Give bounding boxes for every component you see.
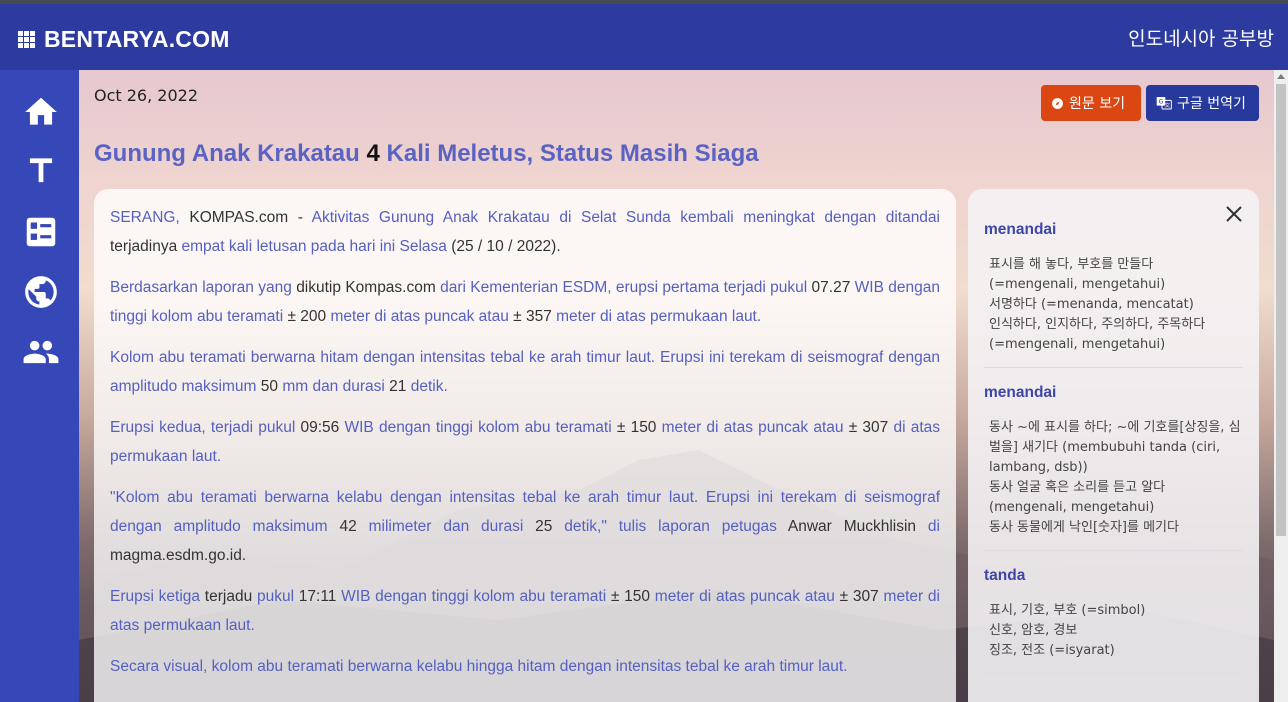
article-paragraph: Secara visual, kolom abu teramati berwar… xyxy=(110,652,940,681)
article-text-segment[interactable]: Aktivitas Gunung Anak Krakatau di Selat … xyxy=(312,209,940,226)
article-text-segment[interactable]: WIB dengan tinggi kolom abu teramati xyxy=(344,419,616,436)
apps-grid-icon[interactable] xyxy=(18,31,35,48)
article-text-segment: 25 xyxy=(535,518,565,535)
google-translate-label: 구글 번역기 xyxy=(1177,96,1246,112)
home-icon[interactable] xyxy=(22,93,60,131)
main-content: Oct 26, 2022 원문 보기 G文 구글 번역기 Gunung Anak… xyxy=(79,70,1274,702)
article-text-segment[interactable]: empat kali letusan pada hari ini Selasa xyxy=(182,238,452,255)
article-text-segment: 09:56 xyxy=(300,419,345,436)
article-text-segment[interactable]: detik," tulis laporan petugas xyxy=(564,518,788,535)
article-text-segment: 42 xyxy=(339,518,369,535)
article-text-segment[interactable]: mm dan durasi xyxy=(282,378,389,395)
entry-definition: 표시를 해 놓다, 부호를 만들다 (=mengenali, mengetahu… xyxy=(989,257,1166,292)
article-body: SERANG, KOMPAS.com - Aktivitas Gunung An… xyxy=(94,189,956,702)
article-text-segment[interactable]: meter di atas permukaan laut. xyxy=(556,308,761,325)
title-part-b: Kali Meletus, Status Masih Siaga xyxy=(379,140,759,167)
dictionary-panel: menandai 표시를 해 놓다, 부호를 만들다 (=mengenali, … xyxy=(968,189,1259,702)
article-text-segment[interactable]: meter di atas puncak atau xyxy=(662,419,849,436)
page-scrollbar[interactable] xyxy=(1274,70,1288,702)
article-text-segment: ± 357 xyxy=(513,308,557,325)
entry-definition: 동사 동물에게 낙인[숫자]를 메기다 xyxy=(989,520,1179,535)
dictionary-entry: tanda 표시, 기호, 부호 (=simbol) 신호, 암호, 경보 징조… xyxy=(984,567,1243,674)
translate-icon: G文 xyxy=(1156,97,1172,110)
globe-icon[interactable] xyxy=(22,273,60,311)
article-paragraph: Berdasarkan laporan yang dikutip Kompas.… xyxy=(110,273,940,331)
article-text-segment: 50 xyxy=(260,378,283,395)
title-number: 4 xyxy=(366,140,380,167)
scroll-up-arrow-icon[interactable] xyxy=(1277,74,1285,79)
article-text-segment[interactable]: Berdasarkan laporan yang xyxy=(110,279,296,296)
svg-text:文: 文 xyxy=(1165,101,1171,109)
scroll-thumb[interactable] xyxy=(1276,84,1286,536)
article-text-segment: Anwar Muckhlisin xyxy=(787,518,928,535)
view-original-button[interactable]: 원문 보기 xyxy=(1041,85,1141,121)
entry-definition: 신호, 암호, 경보 xyxy=(989,623,1078,638)
entry-definition: 표시, 기호, 부호 (=simbol) xyxy=(989,603,1146,618)
article-text-segment[interactable]: meter di atas puncak atau xyxy=(330,308,513,325)
article-text-segment[interactable]: Kolom abu teramati berwarna hitam dengan… xyxy=(110,349,940,395)
people-icon[interactable] xyxy=(22,333,60,371)
google-translate-button[interactable]: G文 구글 번역기 xyxy=(1146,85,1259,121)
entry-definition: 서명하다 (=menanda, mencatat) xyxy=(989,297,1194,312)
article-text-segment[interactable]: pukul xyxy=(257,588,299,605)
article-text-segment: ± 200 xyxy=(287,308,331,325)
site-subtitle: 인도네시아 공부방 xyxy=(1128,28,1274,50)
article-paragraph: Kolom abu teramati berwarna hitam dengan… xyxy=(110,343,940,401)
article-text-segment[interactable]: Secara visual, kolom abu teramati berwar… xyxy=(110,658,848,675)
article-text-segment: 21 xyxy=(389,378,411,395)
article-text-segment[interactable]: Erupsi ketiga xyxy=(110,588,205,605)
article-date: Oct 26, 2022 xyxy=(94,86,198,105)
entry-word[interactable]: menandai xyxy=(984,221,1243,239)
article-text-segment[interactable]: Erupsi kedua, terjadi pukul xyxy=(110,419,301,436)
article-text-segment: (25 / 10 / 2022). xyxy=(451,238,561,255)
article-paragraph: "Kolom abu teramati berwarna kelabu deng… xyxy=(110,483,940,570)
article-text-segment[interactable]: dari Kementerian ESDM, erupsi pertama te… xyxy=(440,279,811,296)
close-icon[interactable] xyxy=(1225,205,1243,223)
article-text-segment[interactable]: meter di atas puncak atau xyxy=(655,588,840,605)
article-text-segment: 07.27 xyxy=(811,279,855,296)
article-text-segment: 17:11 xyxy=(298,588,342,605)
entry-definition: 동사 ~에 표시를 하다; ~에 기호를[상징을, 심벌을] 새기다 (memb… xyxy=(989,420,1241,475)
article-text-segment: dikutip Kompas.com xyxy=(296,279,441,296)
view-original-label: 원문 보기 xyxy=(1069,96,1125,112)
left-sidebar xyxy=(0,70,79,702)
article-text-segment: KOMPAS.com - xyxy=(189,209,312,226)
article-text-segment[interactable]: SERANG, xyxy=(110,209,189,226)
text-icon[interactable] xyxy=(22,152,60,190)
article-paragraph: Erupsi kedua, terjadi pukul 09:56 WIB de… xyxy=(110,413,940,471)
article-text-segment: ± 307 xyxy=(848,419,894,436)
dictionary-entry: menandai 표시를 해 놓다, 부호를 만들다 (=mengenali, … xyxy=(984,221,1243,368)
entry-word[interactable]: menandai xyxy=(984,384,1243,402)
article-text-segment: ± 150 xyxy=(616,419,662,436)
svg-text:G: G xyxy=(1159,99,1164,106)
top-header: BENTARYA.COM 인도네시아 공부방 xyxy=(0,4,1288,70)
entry-definition: 동사 얼굴 혹은 소리를 듣고 알다 (mengenali, mengetahu… xyxy=(989,480,1166,515)
article-text-segment[interactable]: milimeter dan durasi xyxy=(369,518,536,535)
entry-definition: 징조, 전조 (=isyarat) xyxy=(989,643,1115,658)
brand-name[interactable]: BENTARYA.COM xyxy=(44,26,230,53)
article-text-segment: ± 307 xyxy=(839,588,884,605)
article-text-segment: terjadu xyxy=(204,588,257,605)
article-text-segment: ± 150 xyxy=(610,588,655,605)
article-paragraph: Erupsi ketiga terjadu pukul 17:11 WIB de… xyxy=(110,582,940,640)
article-text-segment[interactable]: di xyxy=(928,518,940,535)
compass-icon xyxy=(1052,97,1063,109)
article-paragraph: SERANG, KOMPAS.com - Aktivitas Gunung An… xyxy=(110,203,940,261)
title-part-a: Gunung Anak Krakatau xyxy=(94,140,367,167)
article-text-segment[interactable]: detik. xyxy=(411,378,448,395)
article-text-segment[interactable]: WIB dengan tinggi kolom abu teramati xyxy=(341,588,611,605)
article-text-segment: magma.esdm.go.id. xyxy=(110,547,247,564)
article-text-segment: terjadinya xyxy=(110,238,182,255)
dictionary-entry: menandai 동사 ~에 표시를 하다; ~에 기호를[상징을, 심벌을] … xyxy=(984,384,1243,551)
entry-word[interactable]: tanda xyxy=(984,567,1243,585)
list-icon[interactable] xyxy=(22,213,60,251)
article-title: Gunung Anak Krakatau 4 Kali Meletus, Sta… xyxy=(94,140,759,168)
site-logo[interactable]: BENTARYA.COM xyxy=(18,26,230,53)
entry-definition: 인식하다, 인지하다, 주의하다, 주목하다 (=mengenali, meng… xyxy=(989,317,1206,352)
